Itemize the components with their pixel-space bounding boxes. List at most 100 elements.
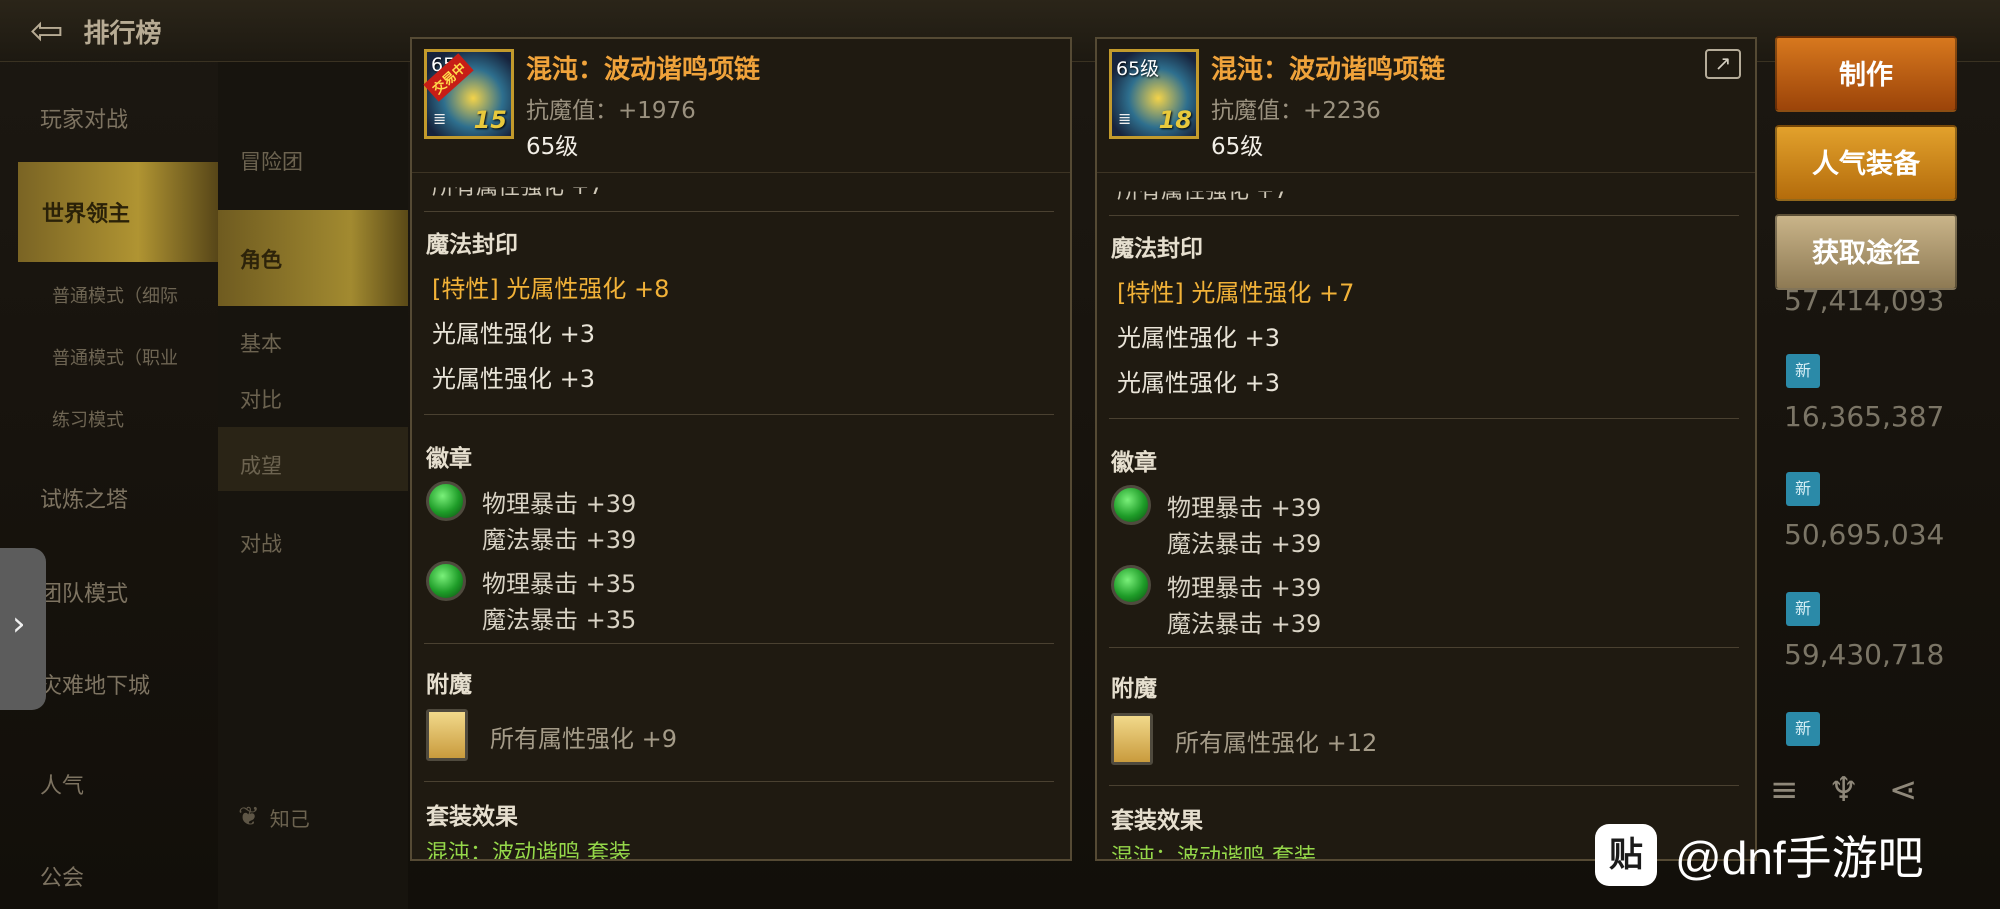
necklace-icon[interactable]: 65 交易中 ≣ 15 [423,49,514,139]
magic-seal-title: 魔法封印 [426,232,518,258]
back-area[interactable]: ⇦ 排行榜 [30,8,162,54]
emblem-stat: 物理暴击 +39 [1167,494,1322,522]
emblem-stat: 物理暴击 +39 [1167,574,1322,602]
menu-sub-practice[interactable]: 练习模式 [52,406,124,432]
share-nodes-icon[interactable]: ⋖ [1889,770,1918,810]
divider [1109,785,1739,786]
side-expand-tab[interactable]: › [0,548,46,710]
emblem-title: 徽章 [426,446,472,472]
submenu-basic[interactable]: 基本 [240,328,282,358]
menu-item-guild[interactable]: 公会 [40,860,84,892]
item-header: 65 交易中 ≣ 15 混沌：波动谐鸣项链 抗魔值：+1976 65级 [412,39,1070,173]
set-effect-line: 混沌：波动谐鸣 套装 [426,841,631,861]
obtain-method-button[interactable]: 获取途径 [1775,214,1957,290]
craft-button[interactable]: 制作 [1775,36,1957,112]
enchant-stat: 所有属性强化 +12 [1175,729,1378,757]
set-effect-title: 套装效果 [1111,808,1203,834]
watermark: 贴 @dnf手游吧 [1595,822,1924,888]
icon-enhance: 15 [473,106,507,134]
seal-line: 光属性强化 +3 [432,365,596,393]
green-emblem-icon [426,481,466,521]
divider [1109,418,1739,419]
necklace-icon[interactable]: 65级 ≣ 18 [1109,49,1199,139]
seal-line: 光属性强化 +3 [1117,324,1281,352]
submenu-character-label: 角色 [240,248,282,272]
popular-equipment-button[interactable]: 人气装备 [1775,125,1957,201]
enchant-title: 附魔 [426,672,472,698]
ranking-score: 50,695,034 [1784,518,1945,551]
icon-enhance: 18 [1158,106,1192,134]
menu-item-disaster-dungeon[interactable]: 灾难地下城 [40,668,150,700]
item-name: 混沌：波动谐鸣项链 [526,55,761,85]
item-level: 65级 [1211,134,1264,160]
menu-sub-normal-2[interactable]: 普通模式（职业 [52,344,178,370]
lock-icon: ≣ [1118,109,1132,128]
new-badge: 新 [1786,592,1820,626]
submenu-compare[interactable]: 对比 [240,384,282,414]
page-title: 排行榜 [83,18,162,49]
divider [1109,647,1739,648]
item-compare-panel-left: 65 交易中 ≣ 15 混沌：波动谐鸣项链 抗魔值：+1976 65级 所有属性… [410,37,1072,861]
item-level: 65级 [526,134,579,160]
enchant-stat: 所有属性强化 +9 [490,725,678,753]
friend-icon: ❦ [238,802,260,832]
divider [424,781,1054,782]
submenu-reputation[interactable]: 成望 [240,450,282,480]
enchant-card-icon [426,709,468,761]
divider [424,211,1054,212]
share-icon[interactable]: ↗ [1705,49,1741,79]
seal-line-special: [特性] 光属性强化 +8 [432,275,670,303]
item-header: 65级 ≣ 18 混沌：波动谐鸣项链 抗魔值：+2236 65级 ↗ [1097,39,1755,173]
new-badge: 新 [1786,712,1820,746]
follow-label: 知己 [269,806,310,831]
submenu-battle[interactable]: 对战 [240,528,282,558]
seal-line: 光属性强化 +3 [432,320,596,348]
menu-item-trial-tower[interactable]: 试炼之塔 [40,482,128,514]
emblem-stat: 魔法暴击 +39 [1167,610,1322,638]
bottom-right-icons: ≡ ♆ ⋖ [1770,770,1917,810]
menu-icon[interactable]: ≡ [1770,770,1799,810]
menu-item-team[interactable]: 团队模式 [40,576,128,608]
ranking-score: 16,365,387 [1784,400,1945,433]
emblem-title: 徽章 [1111,450,1157,476]
green-emblem-icon [1111,485,1151,525]
emblem-stat: 物理暴击 +35 [482,570,637,598]
sub-menu: 冒险团 角色 基本 对比 成望 对战 ❦ 知己 [218,62,408,909]
lock-icon: ≣ [433,109,447,128]
menu-item-world-boss-label: 世界领主 [42,202,131,227]
new-badge: 新 [1786,354,1820,388]
back-arrow-icon[interactable]: ⇦ [30,8,64,54]
item-magic-resist: 抗魔值：+2236 [1211,98,1381,124]
divider [424,643,1054,644]
cutoff-line: 所有属性强化 +7 [432,175,604,200]
magic-seal-title: 魔法封印 [1111,236,1203,262]
set-effect-line: 混沌：波动谐鸣 套装 [1111,845,1316,861]
menu-sub-normal-1[interactable]: 普通模式（细际 [52,282,178,308]
divider [1109,215,1739,216]
new-badge: 新 [1786,472,1820,506]
green-emblem-icon [426,561,466,601]
menu-item-world-boss[interactable]: 世界领主 [18,162,218,262]
menu-item-popularity[interactable]: 人气 [40,768,84,800]
cutoff-line: 所有属性强化 +7 [1117,179,1289,204]
emblem-stat: 魔法暴击 +39 [1167,530,1322,558]
ranking-score: 59,430,718 [1784,638,1945,671]
watermark-text: @dnf手游吧 [1675,832,1924,884]
follow-box[interactable]: ❦ 知己 [238,802,310,832]
item-compare-panel-right: 65级 ≣ 18 混沌：波动谐鸣项链 抗魔值：+2236 65级 ↗ 所有属性强… [1095,37,1757,861]
submenu-adventure-team[interactable]: 冒险团 [240,146,303,176]
emblem-stat: 魔法暴击 +35 [482,606,637,634]
item-name: 混沌：波动谐鸣项链 [1211,55,1446,85]
submenu-character[interactable]: 角色 [218,210,408,306]
menu-item-pvp[interactable]: 玩家对战 [40,102,128,134]
emblem-stat: 物理暴击 +39 [482,490,637,518]
left-menu: 玩家对战 世界领主 普通模式（细际 普通模式（职业 练习模式 试炼之塔 团队模式… [18,62,218,909]
chevron-right-icon: › [12,604,26,644]
set-effect-title: 套装效果 [426,804,518,830]
green-emblem-icon [1111,565,1151,605]
emblem-stat: 魔法暴击 +39 [482,526,637,554]
trophy-icon[interactable]: ♆ [1829,770,1859,810]
enchant-card-icon [1111,713,1153,765]
enchant-title: 附魔 [1111,676,1157,702]
divider [424,414,1054,415]
